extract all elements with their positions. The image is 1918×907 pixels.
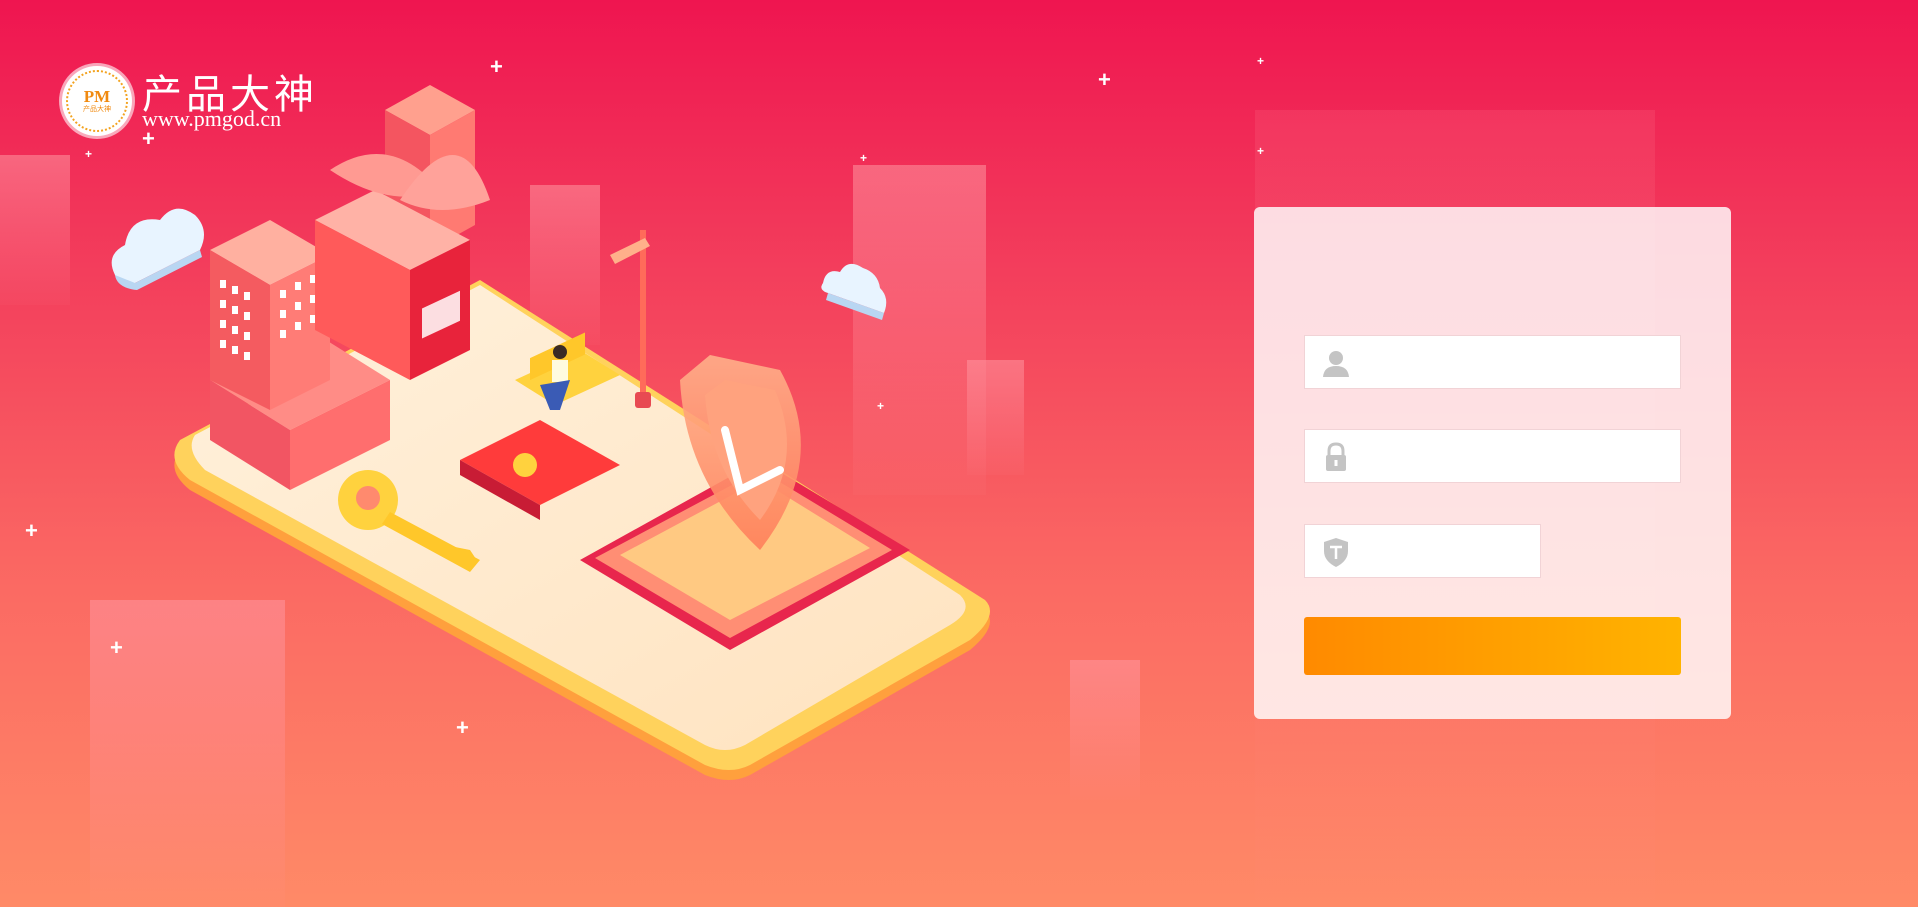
login-button[interactable] bbox=[1304, 617, 1681, 675]
sparkle-icon: + bbox=[1257, 144, 1265, 158]
sparkle-icon: + bbox=[860, 151, 868, 165]
sparkle-icon: + bbox=[110, 635, 123, 660]
login-panel bbox=[1254, 207, 1731, 719]
username-field[interactable] bbox=[1304, 335, 1681, 389]
seal-text: PM bbox=[83, 87, 111, 106]
sparkle-icon: + bbox=[85, 147, 93, 161]
bg-pillar bbox=[0, 155, 70, 305]
user-icon bbox=[1323, 351, 1349, 377]
username-input[interactable] bbox=[1361, 336, 1670, 388]
password-input[interactable] bbox=[1361, 430, 1670, 482]
seal-subtext: 产品大神 bbox=[83, 106, 111, 113]
isometric-illustration bbox=[174, 85, 990, 780]
brand-seal-logo: PM 产品大神 bbox=[62, 66, 132, 136]
sparkle-icon: + bbox=[25, 518, 38, 543]
sparkle-icon: + bbox=[877, 399, 885, 413]
sparkle-icon: + bbox=[1257, 54, 1265, 68]
brand-url: www.pmgod.cn bbox=[142, 106, 282, 131]
lock-icon bbox=[1326, 442, 1346, 471]
captcha-input[interactable] bbox=[1361, 525, 1530, 577]
password-field[interactable] bbox=[1304, 429, 1681, 483]
captcha-image[interactable] bbox=[1582, 524, 1681, 578]
sparkle-icon: + bbox=[490, 54, 503, 79]
sparkle-icon: + bbox=[1098, 67, 1111, 92]
captcha-field[interactable] bbox=[1304, 524, 1541, 578]
shield-captcha-icon bbox=[1324, 538, 1348, 567]
sparkle-icon: + bbox=[456, 715, 469, 740]
bg-pillar bbox=[1070, 660, 1140, 800]
